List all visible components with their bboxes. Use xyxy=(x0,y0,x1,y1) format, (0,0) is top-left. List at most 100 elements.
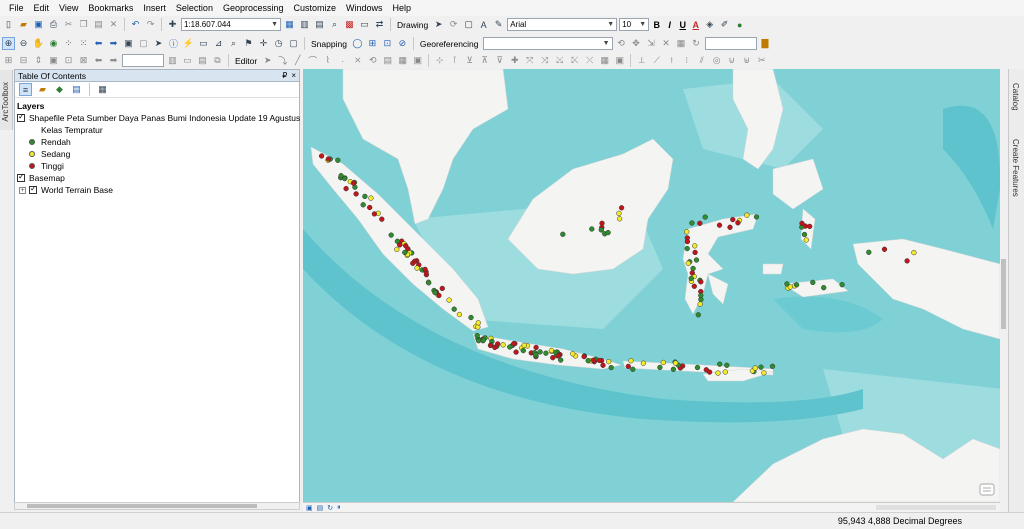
point-rendah[interactable] xyxy=(688,275,694,282)
point-tinggi[interactable] xyxy=(904,258,910,264)
point-tinggi[interactable] xyxy=(684,238,691,245)
point-tinggi[interactable] xyxy=(343,185,349,192)
point-rendah[interactable] xyxy=(507,344,513,350)
point-tinggi[interactable] xyxy=(487,342,494,349)
point-tinggi[interactable] xyxy=(691,283,697,289)
merge-icon[interactable]: ⊎ xyxy=(740,54,753,67)
point-rendah[interactable] xyxy=(388,232,394,238)
point-tinggi[interactable] xyxy=(581,353,587,360)
point-rendah[interactable] xyxy=(839,282,845,288)
point-rendah[interactable] xyxy=(769,363,776,369)
data-driven-pages-icon[interactable]: ⧉ xyxy=(211,54,224,67)
open-icon[interactable]: ▰ xyxy=(17,18,30,31)
point-rendah[interactable] xyxy=(558,357,564,363)
point-tinggi[interactable] xyxy=(590,357,597,363)
focus-frame-icon[interactable]: ▭ xyxy=(181,54,194,67)
point-rendah[interactable] xyxy=(585,358,591,364)
point-icon[interactable]: · xyxy=(336,54,349,67)
layers-frame[interactable]: Layers xyxy=(15,100,299,112)
point-tinggi[interactable] xyxy=(600,362,606,368)
rotate-icon[interactable]: ⟳ xyxy=(447,18,460,31)
find-icon[interactable]: ⌕ xyxy=(227,37,240,50)
marker-color-icon[interactable]: ● xyxy=(733,18,746,31)
attributes-icon[interactable]: ▤ xyxy=(381,54,394,67)
point-rendah[interactable] xyxy=(543,350,549,356)
new-icon[interactable]: ▯ xyxy=(2,18,15,31)
point-rendah[interactable] xyxy=(468,314,474,321)
modelbuilder-icon[interactable]: ⇄ xyxy=(373,18,386,31)
go-to-xy-icon[interactable]: ✛ xyxy=(257,37,270,50)
group-visibility-checkbox[interactable] xyxy=(17,172,25,182)
layer-visibility-checkbox[interactable] xyxy=(17,112,25,122)
add-control-points-icon[interactable]: ✕ xyxy=(660,37,673,50)
editor-menu[interactable]: Editor xyxy=(233,56,259,66)
georef-input[interactable] xyxy=(704,37,757,50)
map-scale-combo[interactable]: 1:18.607.044 ▼ xyxy=(181,18,281,31)
point-rendah[interactable] xyxy=(670,366,677,372)
buffer-icon[interactable]: ◎ xyxy=(710,54,723,67)
point-rendah[interactable] xyxy=(342,175,348,182)
expand-icon[interactable]: + xyxy=(19,186,26,194)
point-tinggi[interactable] xyxy=(689,270,695,276)
full-extent-icon[interactable]: ◉ xyxy=(47,37,60,50)
callout-icon[interactable]: ✎ xyxy=(492,18,505,31)
italic-button[interactable]: I xyxy=(664,20,675,30)
edit-tool-icon[interactable]: ➤ xyxy=(261,54,274,67)
point-rendah[interactable] xyxy=(589,226,595,232)
map-view[interactable] xyxy=(303,69,1000,502)
point-sedang[interactable] xyxy=(616,210,622,217)
fixed-zoom-out-icon[interactable]: ⁙ xyxy=(77,37,90,50)
rotate-tool-icon[interactable]: ⟲ xyxy=(366,54,379,67)
point-rendah[interactable] xyxy=(793,282,800,288)
catalog-icon[interactable]: ▤ xyxy=(313,18,326,31)
point-sedang[interactable] xyxy=(697,301,703,307)
point-rendah[interactable] xyxy=(695,312,701,318)
map-canvas[interactable] xyxy=(303,69,1000,502)
point-sedang[interactable] xyxy=(640,360,647,366)
point-tinggi[interactable] xyxy=(625,363,631,370)
go-forward-icon[interactable]: ➡ xyxy=(107,54,120,67)
point-sedang[interactable] xyxy=(606,358,612,365)
point-rendah[interactable] xyxy=(690,265,696,272)
paste-icon[interactable]: ▤ xyxy=(92,18,105,31)
point-rendah[interactable] xyxy=(657,364,663,371)
python-icon[interactable]: ▭ xyxy=(358,18,371,31)
layer-geothermal[interactable]: Shapefile Peta Sumber Daya Panas Bumi In… xyxy=(15,112,326,124)
menu-selection[interactable]: Selection xyxy=(171,0,218,16)
arctoolbox-icon[interactable]: ▩ xyxy=(343,18,356,31)
point-sedang[interactable] xyxy=(761,370,767,376)
pause-drawing-icon[interactable]: ⏸ xyxy=(337,504,341,512)
clip-icon[interactable]: ✂ xyxy=(755,54,768,67)
layout-pan-icon[interactable]: ⇕ xyxy=(32,54,45,67)
point-tinggi[interactable] xyxy=(596,357,603,364)
topology-icon[interactable]: ⊹ xyxy=(433,54,446,67)
point-sedang[interactable] xyxy=(446,297,452,303)
list-by-source-icon[interactable]: ▰ xyxy=(36,83,49,96)
point-rendah[interactable] xyxy=(474,332,480,339)
point-tinggi[interactable] xyxy=(353,191,359,197)
drawing-menu[interactable]: Drawing xyxy=(395,20,430,30)
point-rendah[interactable] xyxy=(560,231,566,237)
union-icon[interactable]: ⊍ xyxy=(725,54,738,67)
refresh-icon[interactable]: ↻ xyxy=(327,504,333,512)
close-icon[interactable]: × xyxy=(291,71,296,80)
point-sedang[interactable] xyxy=(628,358,634,364)
point-tinggi[interactable] xyxy=(692,249,698,256)
find-route-icon[interactable]: ⚑ xyxy=(242,37,255,50)
menu-bookmarks[interactable]: Bookmarks xyxy=(83,0,138,16)
menu-help[interactable]: Help xyxy=(388,0,417,16)
pin-icon[interactable]: ₽ xyxy=(282,71,287,80)
proportion-icon[interactable]: ⟊ xyxy=(665,54,678,67)
point-sedang[interactable] xyxy=(803,237,809,243)
text-icon[interactable]: A xyxy=(477,18,490,31)
legend-class-tinggi[interactable]: Tinggi xyxy=(15,160,299,172)
show-shared-icon[interactable]: ⊻ xyxy=(463,54,476,67)
point-rendah[interactable] xyxy=(689,220,695,226)
menu-file[interactable]: File xyxy=(4,0,29,16)
snapping-menu[interactable]: Snapping xyxy=(309,39,349,49)
point-sedang[interactable] xyxy=(672,360,679,366)
zoom-out-icon[interactable]: ⊖ xyxy=(17,37,30,50)
point-tinggi[interactable] xyxy=(511,340,517,347)
viewer-icon[interactable]: ▢ xyxy=(287,37,300,50)
point-sedang[interactable] xyxy=(368,195,374,201)
